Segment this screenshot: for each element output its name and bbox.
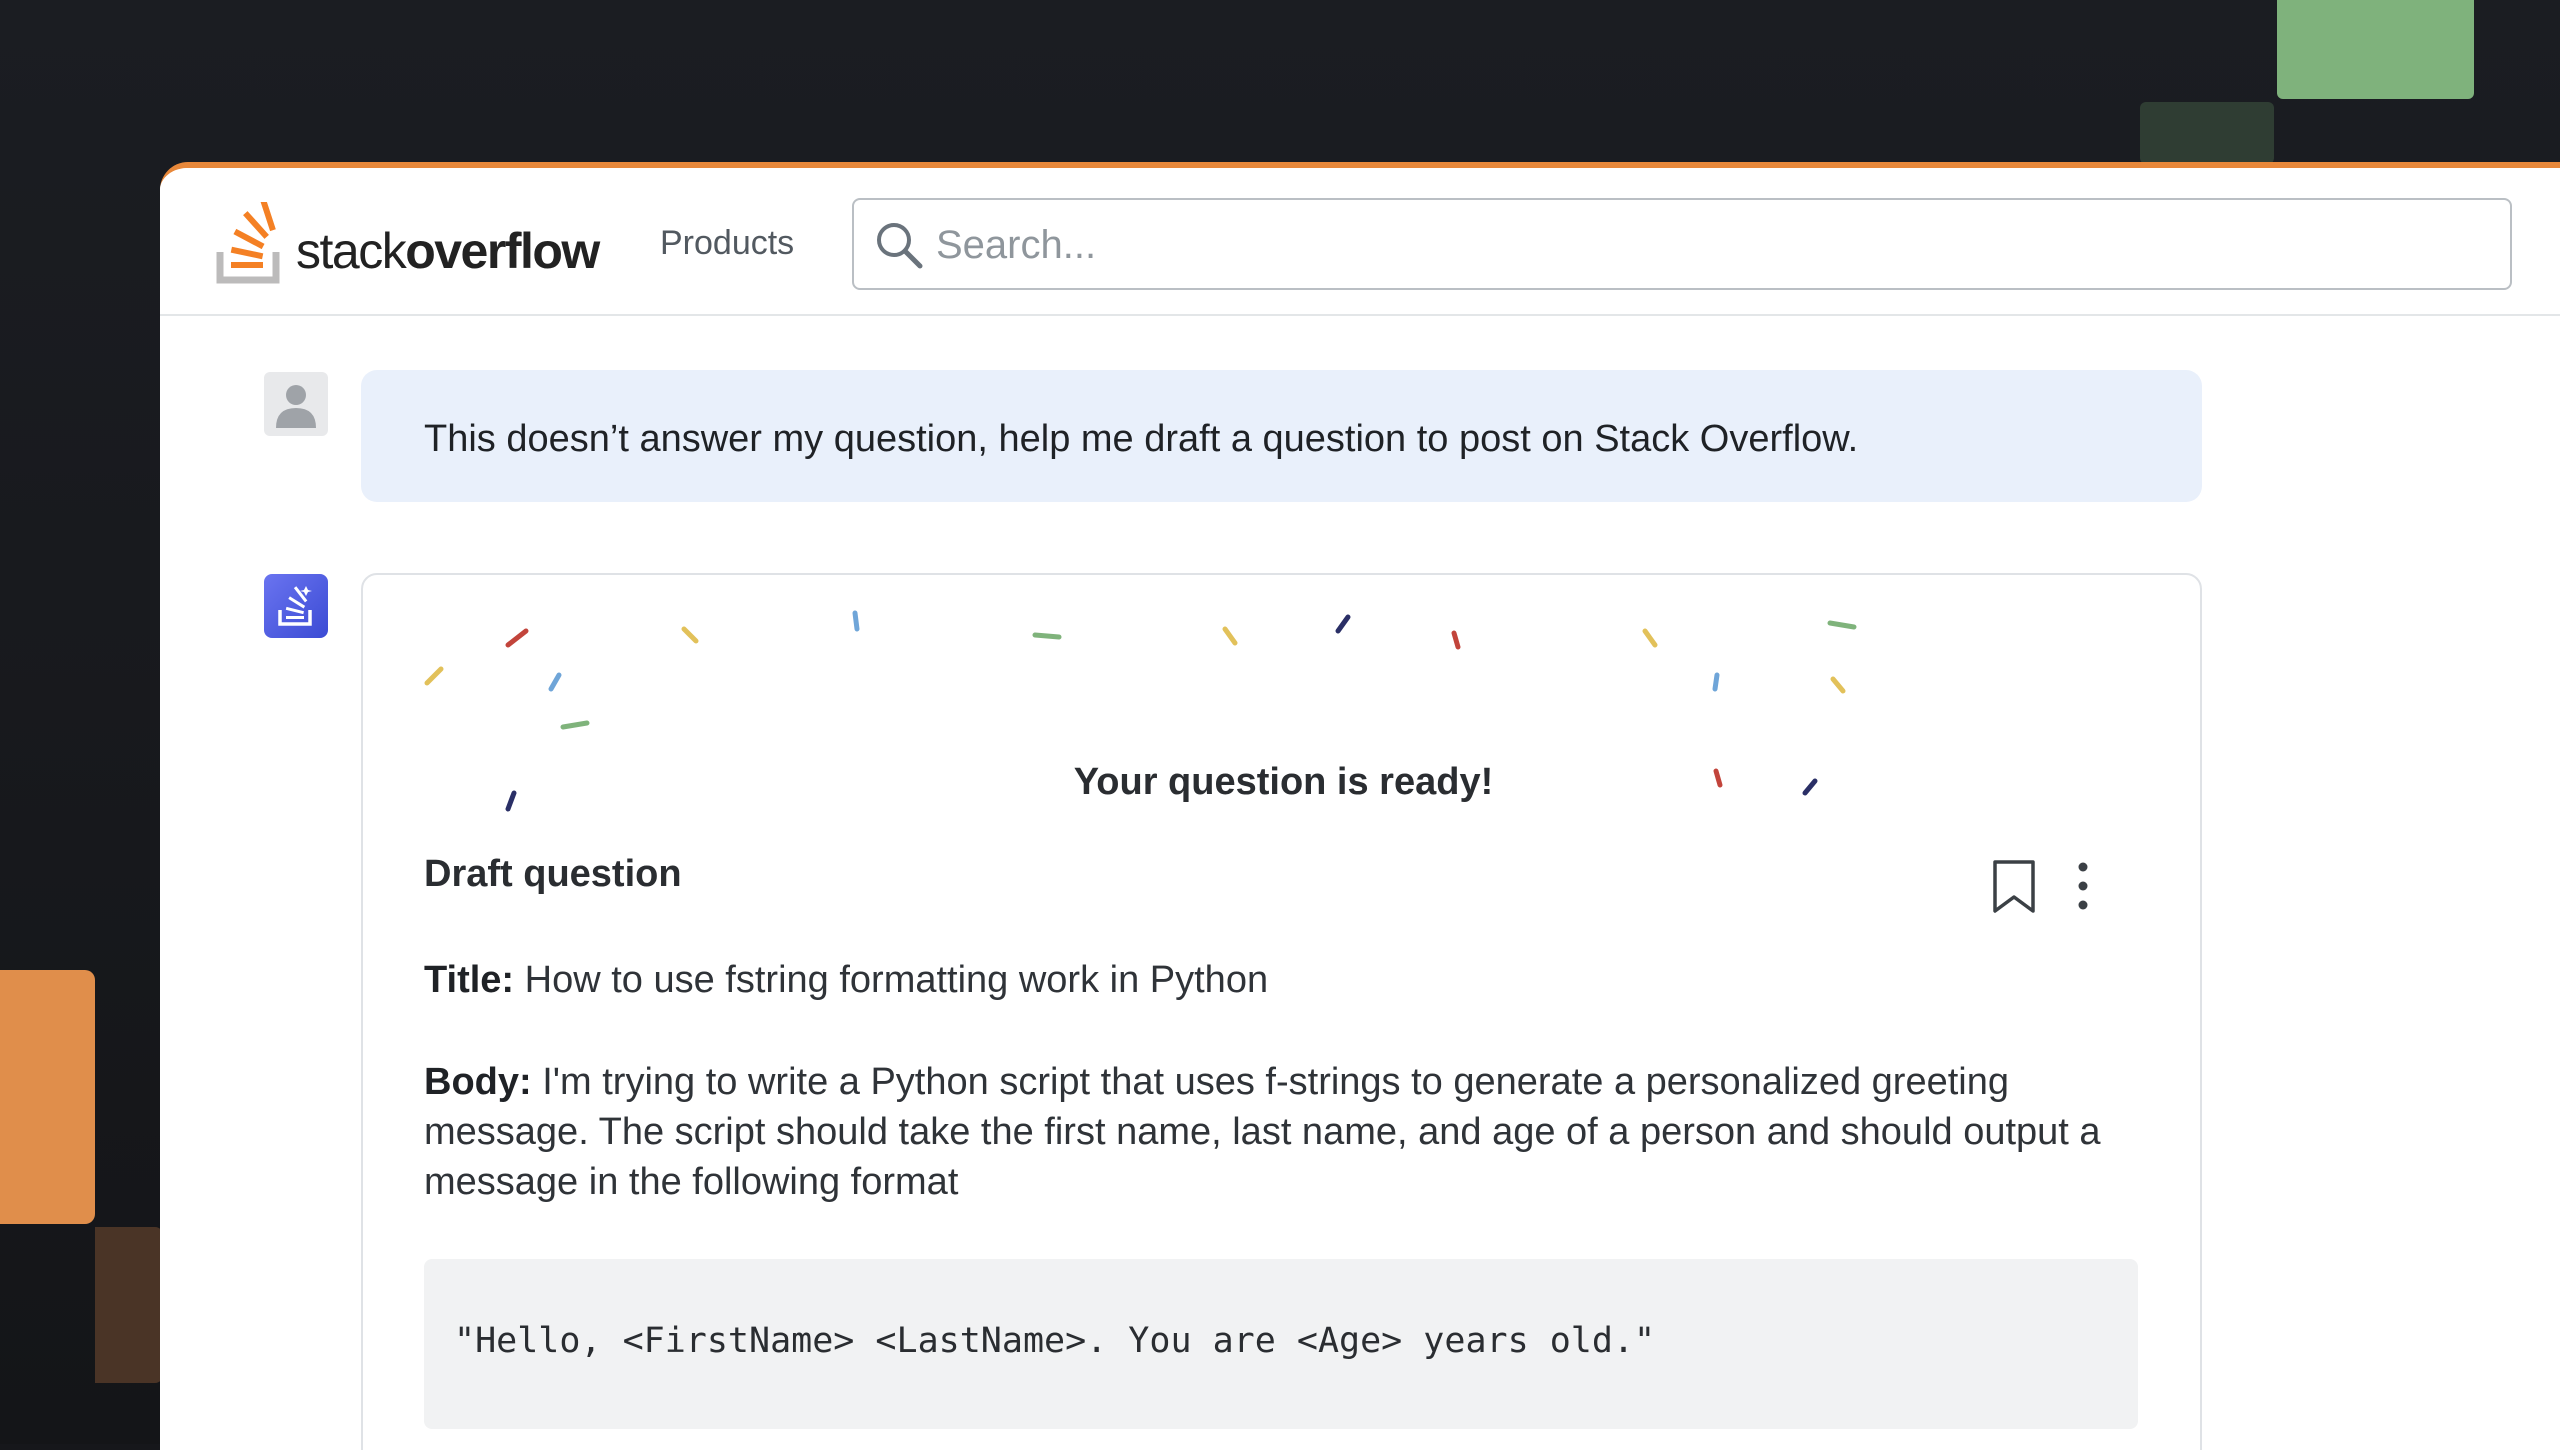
ai-avatar [264, 574, 328, 638]
logo-wordmark: stackoverflow [296, 223, 600, 279]
search-box[interactable] [852, 198, 2512, 290]
top-bar: stackoverflow Products [160, 168, 2560, 316]
user-message-bubble: This doesn’t answer my question, help me… [361, 370, 2202, 502]
code-block: "Hello, <FirstName> <LastName>. You are … [424, 1259, 2138, 1429]
search-input[interactable] [934, 214, 2478, 276]
decor-orange-block [0, 970, 95, 1224]
draft-title: Title: How to use fstring formatting wor… [424, 955, 2144, 1005]
stackoverflow-logo-icon [216, 202, 280, 284]
user-avatar [264, 372, 328, 436]
user-message-text: This doesn’t answer my question, help me… [424, 418, 1859, 460]
body-label: Body: [424, 1061, 532, 1103]
code-sample: "Hello, <FirstName> <LastName>. You are … [454, 1321, 1656, 1361]
more-vertical-icon[interactable] [2067, 859, 2099, 915]
search-icon [877, 223, 923, 269]
draft-body: Body: I'm trying to write a Python scrip… [424, 1057, 2144, 1207]
bookmark-icon[interactable] [1989, 859, 2039, 915]
title-label: Title: [424, 959, 515, 1001]
browser-window: stackoverflow Products This doesn’t answ… [160, 162, 2560, 1450]
decor-brown-block [95, 1227, 163, 1383]
draft-heading: Draft question [424, 853, 682, 895]
ready-title: Your question is ready! [1073, 761, 1494, 803]
user-avatar-icon [276, 385, 316, 428]
body-value: I'm trying to write a Python script that… [424, 1061, 2101, 1203]
title-value: How to use fstring formatting work in Py… [524, 959, 1269, 1001]
draft-question-card: Your question is ready! Draft question T… [361, 573, 2202, 1450]
stackoverflow-logo[interactable]: stackoverflow [216, 202, 600, 284]
decor-green-block [2277, 0, 2474, 99]
decor-dark-green-block [2140, 102, 2274, 164]
ai-avatar-icon [278, 586, 312, 626]
products-menu[interactable]: Products [660, 224, 794, 263]
